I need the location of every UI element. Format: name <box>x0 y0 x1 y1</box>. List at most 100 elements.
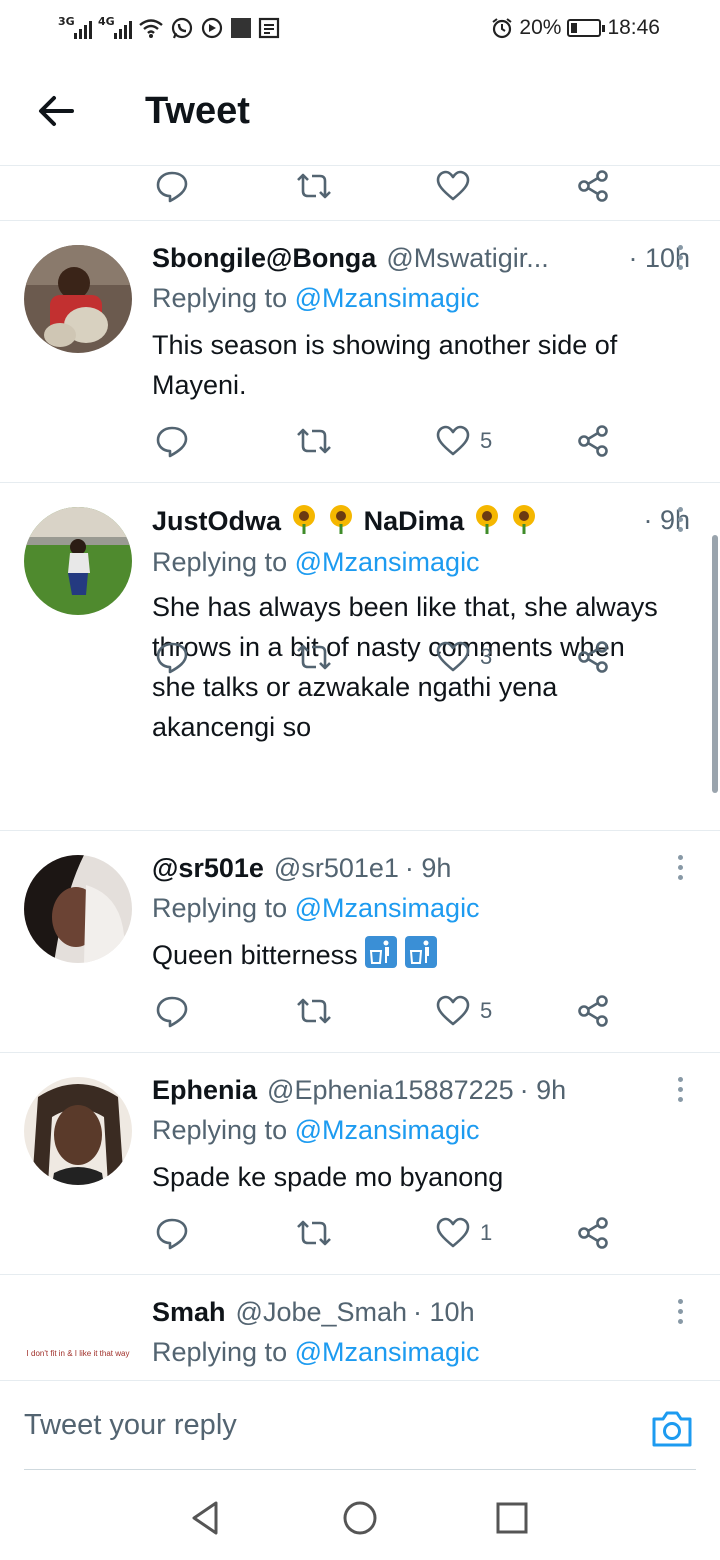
display-name[interactable]: @sr501e <box>152 853 264 884</box>
heart-icon <box>436 425 470 456</box>
replying-to: Replying to @Mzansimagic <box>152 1337 480 1367</box>
heart-icon <box>436 641 470 672</box>
tweet-actions: 5 <box>0 421 720 461</box>
avatar[interactable] <box>24 507 132 615</box>
retweet-icon <box>297 1220 331 1246</box>
reply-button[interactable] <box>155 1213 189 1253</box>
main-tweet-actions <box>0 166 720 206</box>
share-icon <box>578 170 608 202</box>
username[interactable]: @Jobe_Smah <box>236 1297 408 1328</box>
reply-tweet[interactable]: JustOdwa NaDima · 9h Replying to @Mzansi… <box>0 482 720 830</box>
sunflower-icon <box>475 504 498 534</box>
like-button[interactable]: 5 <box>436 991 492 1031</box>
timestamp: · 9h <box>519 1074 567 1105</box>
heart-icon <box>436 170 470 201</box>
timestamp: · 10h <box>413 1296 475 1327</box>
reply-icon <box>156 171 188 203</box>
avatar[interactable]: I don't fit in & I like it that way <box>24 1299 132 1380</box>
reply-button[interactable] <box>155 637 189 677</box>
more-options-icon[interactable] <box>676 507 684 532</box>
username[interactable]: @Mswatigir... <box>386 243 548 274</box>
mention-link[interactable]: @Mzansimagic <box>295 283 480 313</box>
status-icons-right: 20% 18:46 <box>491 12 660 44</box>
share-button[interactable] <box>576 1213 610 1253</box>
alarm-icon <box>492 18 513 39</box>
avatar[interactable] <box>24 855 132 963</box>
mention-link[interactable]: @Mzansimagic <box>295 547 480 577</box>
display-name[interactable]: Ephenia <box>152 1075 257 1106</box>
wifi-icon <box>139 19 163 38</box>
camera-icon[interactable] <box>650 1409 694 1449</box>
reply-tweet[interactable]: @sr501e @sr501e1 · 9h Replying to @Mzans… <box>0 830 720 1052</box>
reply-button[interactable] <box>155 166 189 206</box>
display-name[interactable]: Smah <box>152 1297 226 1328</box>
reply-tweet[interactable]: Sbongile@Bonga @Mswatigir... · 10h Reply… <box>0 220 720 482</box>
retweet-icon <box>297 173 331 199</box>
retweet-button[interactable] <box>295 1213 333 1253</box>
reply-icon <box>156 642 188 674</box>
recents-square-icon[interactable] <box>492 1498 532 1538</box>
share-button[interactable] <box>576 991 610 1031</box>
sunflower-icon <box>513 504 536 534</box>
like-button[interactable]: 5 <box>436 421 492 461</box>
reply-input[interactable] <box>24 1381 624 1469</box>
username[interactable]: @sr501e1 <box>274 853 399 884</box>
avatar[interactable] <box>24 1077 132 1185</box>
retweet-icon <box>297 998 331 1024</box>
tweet-header: Smah @Jobe_Smah · 10h <box>152 1295 690 1329</box>
mention-link[interactable]: @Mzansimagic <box>295 893 480 923</box>
like-button[interactable] <box>436 166 470 206</box>
square-icon <box>231 18 251 38</box>
heart-icon <box>436 995 470 1026</box>
more-options-icon[interactable] <box>676 245 684 270</box>
replying-to: Replying to @Mzansimagic <box>152 547 480 577</box>
back-triangle-icon[interactable] <box>186 1498 226 1538</box>
whatsapp-icon <box>171 17 193 39</box>
tweet-text: Spade ke spade mo byanong <box>152 1162 504 1192</box>
retweet-button[interactable] <box>295 637 333 677</box>
sunflower-icon <box>292 504 315 534</box>
retweet-button[interactable] <box>295 991 333 1031</box>
retweet-icon <box>297 644 331 670</box>
signal-icon: 3G <box>58 15 92 41</box>
tweet-header: Ephenia @Ephenia15887225 · 9h <box>152 1073 690 1107</box>
share-button[interactable] <box>576 421 610 461</box>
retweet-button[interactable] <box>295 166 333 206</box>
more-options-icon[interactable] <box>676 855 684 880</box>
retweet-icon <box>297 428 331 454</box>
home-circle-icon[interactable] <box>340 1498 380 1538</box>
more-options-icon[interactable] <box>676 1077 684 1102</box>
mention-link[interactable]: @Mzansimagic <box>295 1337 480 1367</box>
share-button[interactable] <box>576 637 610 677</box>
reply-tweet[interactable]: Ephenia @Ephenia15887225 · 9h Replying t… <box>0 1052 720 1274</box>
scrollbar[interactable] <box>712 535 718 793</box>
like-count: 3 <box>480 644 493 669</box>
reply-feed[interactable]: Sbongile@Bonga @Mswatigir... · 10h Reply… <box>0 166 720 1380</box>
reply-composer <box>0 1380 720 1471</box>
display-name[interactable]: Sbongile@Bonga <box>152 243 376 274</box>
reply-tweet[interactable]: I don't fit in & I like it that way Smah… <box>0 1274 720 1380</box>
avatar[interactable] <box>24 245 132 353</box>
reply-button[interactable] <box>155 991 189 1031</box>
tweet-text: Queen bitterness <box>152 935 692 975</box>
like-button[interactable]: 1 <box>436 1213 492 1253</box>
share-icon <box>578 641 608 673</box>
share-button[interactable] <box>576 166 610 206</box>
news-icon <box>258 17 280 39</box>
reply-icon <box>156 996 188 1028</box>
arrow-left-icon[interactable] <box>30 88 82 134</box>
retweet-button[interactable] <box>295 421 333 461</box>
more-options-icon[interactable] <box>676 1299 684 1324</box>
replying-to: Replying to @Mzansimagic <box>152 283 480 313</box>
sunflower-icon <box>330 504 353 534</box>
display-name[interactable]: JustOdwa NaDima <box>152 504 539 537</box>
like-count: 5 <box>480 428 493 453</box>
reply-button[interactable] <box>155 421 189 461</box>
replying-to: Replying to @Mzansimagic <box>152 893 480 923</box>
tweet-header: @sr501e @sr501e1 · 9h <box>152 851 690 885</box>
mention-link[interactable]: @Mzansimagic <box>295 1115 480 1145</box>
username[interactable]: @Ephenia15887225 <box>267 1075 514 1106</box>
reply-icon <box>156 1218 188 1250</box>
like-button[interactable]: 3 <box>436 637 492 677</box>
status-time: 18:46 <box>607 16 660 39</box>
